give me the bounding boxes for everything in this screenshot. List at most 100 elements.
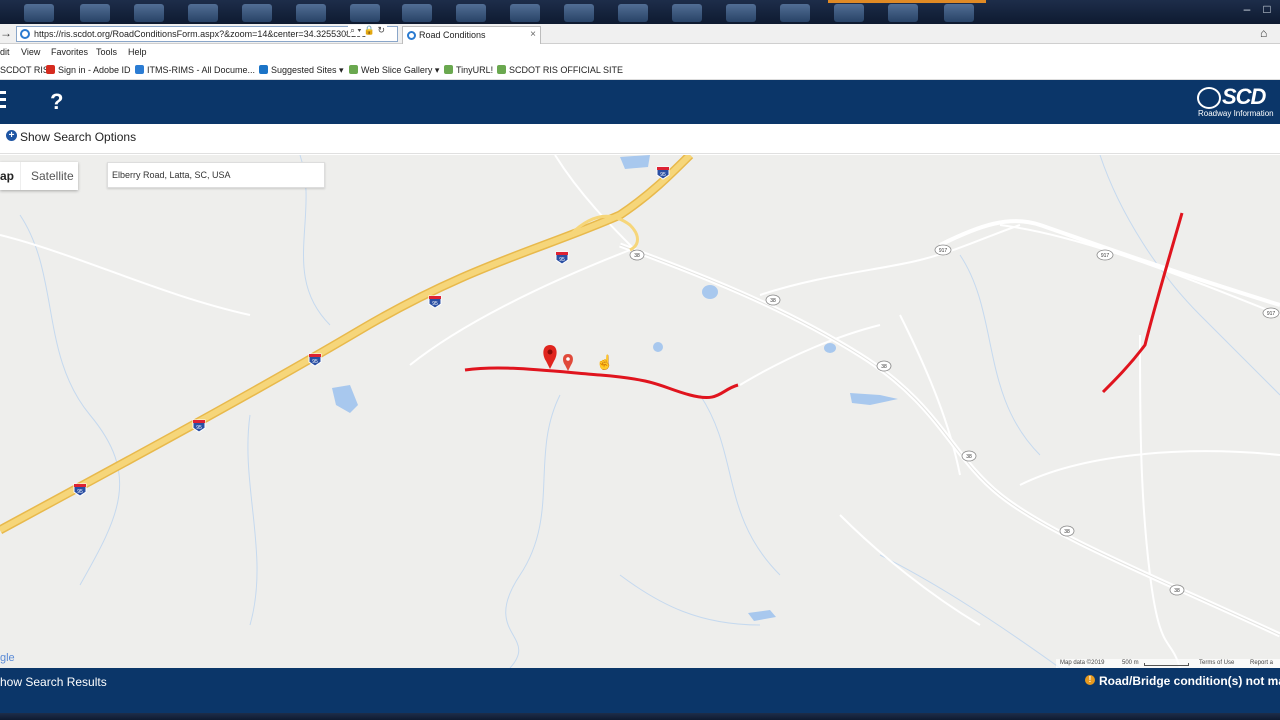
help-icon[interactable]: ? bbox=[50, 89, 63, 115]
favorite-link[interactable]: Web Slice Gallery ▾ bbox=[349, 65, 439, 76]
menu-item-edit[interactable]: dit bbox=[0, 47, 10, 57]
home-icon[interactable]: ⌂ bbox=[1260, 26, 1267, 40]
taskbar-thumbnail[interactable] bbox=[402, 4, 432, 22]
taskbar-accent bbox=[828, 0, 986, 3]
taskbar-thumbnail[interactable] bbox=[564, 4, 594, 22]
windows-taskbar: – □ bbox=[0, 0, 1280, 24]
plus-circle-icon[interactable]: + bbox=[6, 130, 17, 141]
route-shield-labels: 38 38 38 38 38 38 917 917 917 bbox=[634, 248, 1275, 594]
us38-shield-label: 38 bbox=[1174, 588, 1180, 594]
taskbar-thumbnail[interactable] bbox=[780, 4, 810, 22]
taskbar-thumbnail[interactable] bbox=[834, 4, 864, 22]
us38-shield-label: 38 bbox=[1064, 529, 1070, 535]
ie-icon bbox=[20, 29, 30, 39]
location-marker-icon[interactable] bbox=[543, 345, 557, 369]
r917-shield-label: 917 bbox=[939, 248, 948, 254]
i95-shield-labels: 95 95 95 95 95 95 bbox=[77, 172, 666, 495]
report-link[interactable]: Report a bbox=[1250, 660, 1273, 666]
i95-shield-label: 95 bbox=[196, 425, 202, 431]
app-header bbox=[0, 80, 1280, 124]
menu-item-tools[interactable]: Tools bbox=[96, 47, 117, 57]
favorite-link[interactable]: ITMS-RIMS - All Docume... bbox=[135, 65, 255, 75]
taskbar-thumbnail[interactable] bbox=[80, 4, 110, 22]
favorite-link[interactable]: Sign in - Adobe ID bbox=[46, 65, 131, 75]
show-search-options-link[interactable]: Show Search Options bbox=[20, 130, 136, 144]
bing-icon bbox=[259, 65, 268, 74]
us38-shield-label: 38 bbox=[966, 454, 972, 460]
map-data-text: Map data ©2019 bbox=[1060, 660, 1105, 666]
taskbar-thumbnail[interactable] bbox=[618, 4, 648, 22]
r917-shield-label: 917 bbox=[1267, 311, 1276, 317]
menu-item-help[interactable]: Help bbox=[128, 47, 147, 57]
sharepoint-icon bbox=[135, 65, 144, 74]
page-icon bbox=[444, 65, 453, 74]
condition-line-route[interactable] bbox=[1101, 212, 1184, 394]
taskbar-thumbnail[interactable] bbox=[672, 4, 702, 22]
map-type-satellite-button[interactable]: Satellite bbox=[20, 162, 78, 190]
taskbar-thumbnail[interactable] bbox=[350, 4, 380, 22]
minimize-icon[interactable]: – bbox=[1238, 2, 1256, 16]
condition-line-elberry-road[interactable] bbox=[464, 366, 739, 400]
favorite-link[interactable]: Suggested Sites ▾ bbox=[259, 65, 344, 76]
warning-icon: ! bbox=[1085, 675, 1095, 685]
minor-roads bbox=[0, 155, 1280, 668]
hamburger-menu-icon[interactable] bbox=[0, 91, 6, 112]
us38-shield-icons bbox=[629, 244, 1280, 596]
ie-icon bbox=[407, 31, 416, 40]
scale-label: 500 m bbox=[1122, 660, 1139, 666]
show-search-results-link[interactable]: how Search Results bbox=[0, 675, 107, 689]
favorite-link[interactable]: SCDOT RIS bbox=[0, 65, 49, 75]
i95-shield-label: 95 bbox=[77, 489, 83, 495]
us38-shield-label: 38 bbox=[634, 253, 640, 259]
us38-shield-label: 38 bbox=[881, 364, 887, 370]
i95-shield-label: 95 bbox=[432, 301, 438, 307]
taskbar-thumbnail[interactable] bbox=[134, 4, 164, 22]
favorites-bar: SCDOT RIS Sign in - Adobe ID ITMS-RIMS -… bbox=[0, 60, 1280, 80]
route-917-road bbox=[939, 219, 1280, 307]
map-type-map-button[interactable]: ap bbox=[0, 162, 20, 190]
taskbar-thumbnail[interactable] bbox=[296, 4, 326, 22]
taskbar-thumbnail[interactable] bbox=[242, 4, 272, 22]
terms-of-use-link[interactable]: Terms of Use bbox=[1199, 660, 1234, 666]
maximize-icon[interactable]: □ bbox=[1258, 2, 1276, 16]
taskbar-thumbnail[interactable] bbox=[888, 4, 918, 22]
taskbar-thumbnail[interactable] bbox=[24, 4, 54, 22]
scdot-logo-icon bbox=[1197, 87, 1221, 109]
i95-shield-label: 95 bbox=[559, 257, 565, 263]
map-drawing: 95 95 95 95 95 95 38 38 38 38 38 38 917 … bbox=[0, 155, 1280, 668]
us38-shield-label: 38 bbox=[770, 298, 776, 304]
map-type-control: ap Satellite bbox=[0, 162, 78, 190]
address-bar[interactable]: https://ris.scdot.org/RoadConditionsForm… bbox=[16, 26, 398, 42]
i95-shield-label: 95 bbox=[312, 359, 318, 365]
favorite-link[interactable]: SCDOT RIS OFFICIAL SITE bbox=[497, 65, 623, 75]
tab-road-conditions[interactable]: Road Conditions × bbox=[402, 26, 541, 44]
footer-status-message: Road/Bridge condition(s) not map bbox=[1099, 674, 1280, 688]
taskbar-thumbnail[interactable] bbox=[726, 4, 756, 22]
address-url: https://ris.scdot.org/RoadConditionsForm… bbox=[34, 29, 367, 39]
menu-item-view[interactable]: View bbox=[21, 47, 40, 57]
map-search-input[interactable] bbox=[107, 162, 325, 188]
taskbar-thumbnail[interactable] bbox=[188, 4, 218, 22]
google-logo[interactable]: gle bbox=[0, 652, 15, 664]
map-canvas[interactable]: 95 95 95 95 95 95 38 38 38 38 38 38 917 … bbox=[0, 155, 1280, 668]
us-38-road-edge bbox=[619, 244, 1280, 636]
logo-text: SCD bbox=[1222, 84, 1266, 109]
search-options-bar bbox=[0, 124, 1280, 154]
logo-subtitle: Roadway Information bbox=[1198, 109, 1274, 118]
menu-item-favorites[interactable]: Favorites bbox=[51, 47, 88, 57]
map-scale-bar bbox=[1144, 663, 1189, 666]
address-bar-icons[interactable]: ⌕ ▾ 🔒 ↻ bbox=[348, 25, 388, 36]
r917-shield-label: 917 bbox=[1101, 253, 1110, 259]
i95-shield-label: 95 bbox=[660, 172, 666, 178]
taskbar-thumbnail[interactable] bbox=[944, 4, 974, 22]
web-slice-icon bbox=[349, 65, 358, 74]
location-marker-small-icon[interactable] bbox=[563, 354, 573, 371]
taskbar-thumbnail[interactable] bbox=[456, 4, 486, 22]
tab-close-icon[interactable]: × bbox=[530, 27, 536, 43]
water-bodies bbox=[332, 155, 898, 621]
favorite-link[interactable]: TinyURL! bbox=[444, 65, 493, 75]
tab-title: Road Conditions bbox=[419, 30, 486, 40]
taskbar-thumbnail[interactable] bbox=[510, 4, 540, 22]
hand-cursor-icon: ☝ bbox=[596, 354, 614, 370]
back-arrow-icon[interactable]: → bbox=[0, 26, 12, 40]
